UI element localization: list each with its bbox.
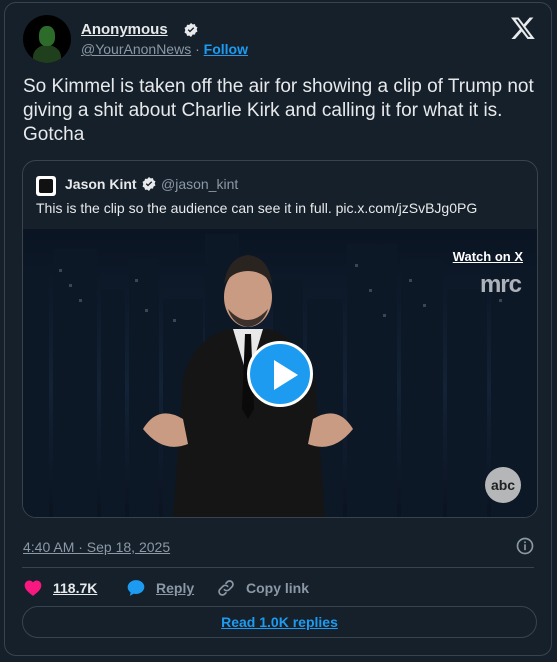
handle-separator: · (191, 41, 204, 57)
copy-link-label: Copy link (246, 580, 310, 596)
play-button[interactable] (247, 341, 313, 407)
quoted-author-avatar[interactable] (36, 176, 56, 196)
quoted-author-handle[interactable]: @jason_kint (161, 176, 238, 192)
follow-button[interactable]: Follow (204, 41, 248, 57)
embedded-tweet-card: Anonymous @YourAnonNews · Follow So Kimm… (4, 2, 552, 656)
x-logo-icon[interactable] (509, 15, 537, 41)
quoted-tweet-text: This is the clip so the audience can see… (36, 200, 478, 216)
reply-bubble-icon (127, 580, 145, 596)
read-replies-button[interactable]: Read 1.0K replies (22, 606, 537, 638)
play-icon (274, 360, 298, 390)
author-handle[interactable]: @YourAnonNews (81, 41, 191, 57)
like-count: 118.7K (53, 580, 98, 596)
tweet-timestamp[interactable]: 4:40 AM · Sep 18, 2025 (23, 539, 170, 555)
mrc-watermark: mrc (479, 271, 522, 298)
author-handle-line: @YourAnonNews · Follow (81, 41, 248, 57)
quoted-tweet[interactable]: Jason Kint @jason_kint This is the clip … (22, 160, 538, 518)
verified-badge-icon (184, 23, 198, 37)
author-display-name[interactable]: Anonymous (81, 21, 168, 38)
reply-button[interactable]: Reply (126, 576, 194, 600)
reply-label: Reply (156, 580, 195, 596)
divider (22, 567, 534, 568)
like-button[interactable]: 118.7K (23, 576, 97, 600)
verified-badge-icon (142, 177, 156, 191)
copy-link-button[interactable]: Copy link (216, 576, 309, 600)
tweet-header: Anonymous @YourAnonNews · Follow (23, 15, 539, 63)
tweet-text: So Kimmel is taken off the air for showi… (23, 76, 534, 145)
author-avatar[interactable] (23, 15, 71, 63)
info-icon[interactable] (515, 536, 535, 556)
tweet-actions: 118.7K Reply Copy link (23, 576, 543, 600)
link-icon (218, 580, 234, 596)
video-player[interactable]: Watch on X mrc abc (23, 229, 537, 517)
watch-on-x-link[interactable]: Watch on X (453, 249, 523, 264)
abc-network-logo: abc (485, 467, 521, 503)
quoted-author-name[interactable]: Jason Kint (65, 176, 137, 192)
heart-icon (24, 580, 42, 596)
